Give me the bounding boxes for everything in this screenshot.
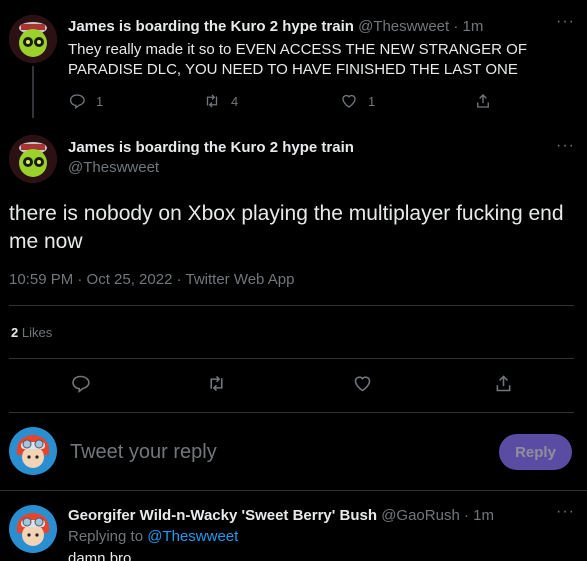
replying-to: Replying to @Theswweet — [68, 528, 238, 545]
reply-count: 1 — [96, 93, 104, 109]
retweet-button[interactable]: 4 — [203, 92, 238, 110]
tweet-text: damn bro — [68, 550, 132, 561]
like-button[interactable] — [352, 373, 373, 394]
reply-icon — [69, 94, 85, 110]
thread-line — [32, 66, 34, 118]
tweet-header: Georgifer Wild-n-Wacky 'Sweet Berry' Bus… — [68, 507, 494, 524]
share-button[interactable] — [493, 373, 514, 394]
reply-button-label: Reply — [515, 443, 556, 461]
author-handle[interactable]: @Theswweet — [68, 159, 159, 176]
author-handle[interactable]: @Theswweet — [358, 18, 449, 35]
user-avatar[interactable] — [9, 427, 57, 475]
tweet-text: They really made it so to EVEN ACCESS TH… — [68, 41, 528, 78]
likes-stat[interactable]: 2 Likes — [11, 325, 52, 340]
heart-icon — [342, 94, 356, 108]
replying-prefix: Replying to — [68, 528, 144, 545]
author-name[interactable]: James is boarding the Kuro 2 hype train — [68, 139, 354, 156]
reply-button[interactable] — [70, 373, 91, 394]
main-tweet: James is boarding the Kuro 2 hype train … — [0, 115, 587, 490]
more-icon[interactable]: ··· — [556, 503, 575, 521]
likes-label: Likes — [21, 325, 53, 340]
like-count: 1 — [368, 93, 376, 109]
author-handle[interactable]: @GaoRush — [381, 507, 460, 524]
retweet-icon — [210, 375, 223, 392]
avatar[interactable] — [9, 15, 57, 63]
replying-handle[interactable]: @Theswweet — [147, 528, 238, 545]
avatar[interactable] — [9, 135, 57, 183]
thread-tweet[interactable]: James is boarding the Kuro 2 hype train … — [0, 0, 587, 118]
retweet-count: 4 — [231, 93, 239, 109]
divider — [9, 412, 574, 413]
retweet-icon — [206, 94, 218, 108]
avatar[interactable] — [9, 505, 57, 553]
heart-icon — [354, 376, 371, 392]
reply-tweet[interactable]: Georgifer Wild-n-Wacky 'Sweet Berry' Bus… — [0, 491, 587, 561]
tweet-text: there is nobody on Xbox playing the mult… — [9, 202, 564, 253]
like-button[interactable]: 1 — [340, 92, 375, 110]
tweet-time[interactable]: · 1m — [464, 507, 494, 524]
share-icon — [496, 375, 511, 392]
more-icon[interactable]: ··· — [556, 137, 575, 155]
more-icon[interactable]: ··· — [556, 13, 575, 31]
author-name[interactable]: Georgifer Wild-n-Wacky 'Sweet Berry' Bus… — [68, 507, 377, 524]
reply-submit-button[interactable]: Reply — [499, 434, 572, 470]
author-name[interactable]: James is boarding the Kuro 2 hype train — [68, 18, 354, 35]
reply-icon — [72, 375, 90, 393]
tweet-time[interactable]: · 1m — [453, 18, 483, 35]
divider — [9, 358, 574, 359]
likes-count: 2 — [11, 325, 19, 340]
tweet-timestamp[interactable]: 10:59 PM · Oct 25, 2022 · Twitter Web Ap… — [9, 271, 294, 288]
reply-input[interactable]: Tweet your reply — [70, 441, 217, 464]
reply-button[interactable]: 1 — [68, 92, 103, 110]
share-icon — [477, 94, 489, 108]
retweet-button[interactable] — [206, 373, 227, 394]
divider — [9, 305, 574, 306]
tweet-header: James is boarding the Kuro 2 hype train … — [68, 18, 483, 35]
share-button[interactable] — [474, 92, 492, 110]
